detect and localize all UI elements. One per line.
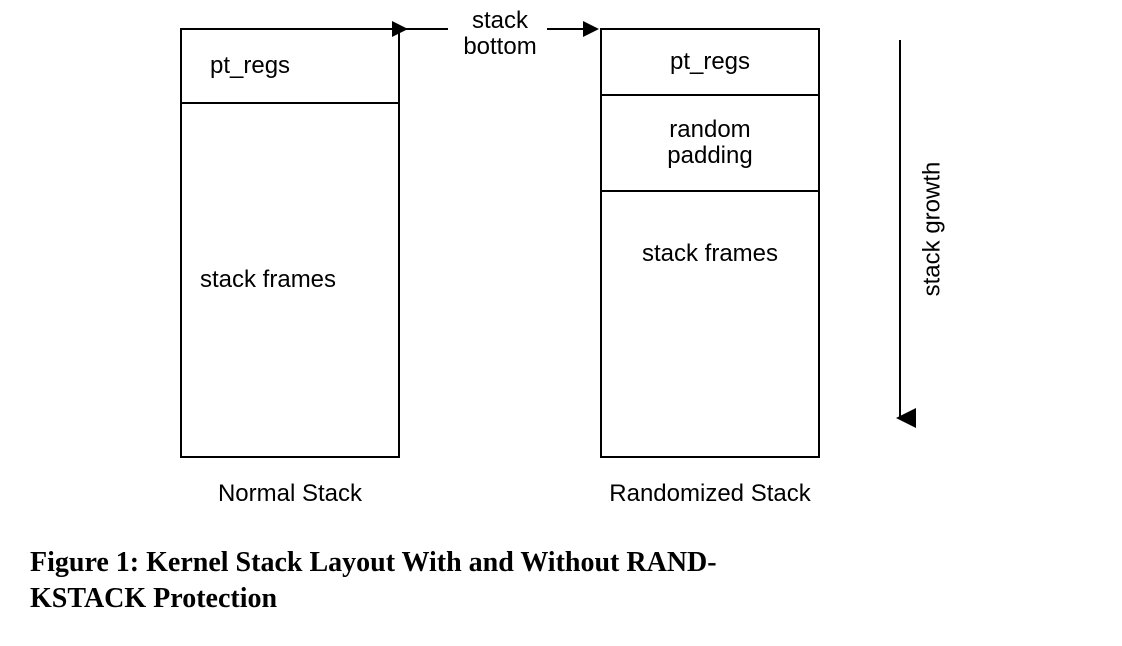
randomized-stack-label-text: Randomized Stack xyxy=(609,480,810,507)
randomized-ptregs-cell: pt_regs xyxy=(602,30,818,96)
arrow-right-icon xyxy=(545,22,605,36)
arrow-left-icon xyxy=(398,22,458,36)
figure-caption-text: Figure 1: Kernel Stack Layout With and W… xyxy=(30,547,717,614)
randomized-padding-text: random padding xyxy=(667,117,752,170)
normal-frames-cell: stack frames xyxy=(182,104,398,456)
stack-bottom-word2: bottom xyxy=(430,34,570,60)
normal-ptregs-cell: pt_regs xyxy=(182,30,398,104)
normal-stack: pt_regs stack frames xyxy=(180,28,400,458)
randomized-padding-cell: random padding xyxy=(602,96,818,192)
randomized-stack: pt_regs random padding stack frames xyxy=(600,28,820,458)
randomized-ptregs-text: pt_regs xyxy=(670,48,750,76)
diagram-container: stack bottom pt_regs stack frames Normal… xyxy=(0,0,1122,646)
growth-arrow-icon xyxy=(890,40,910,430)
normal-stack-label: Normal Stack xyxy=(180,480,400,508)
randomized-frames-text: stack frames xyxy=(642,240,778,268)
normal-frames-text: stack frames xyxy=(200,266,336,294)
normal-ptregs-text: pt_regs xyxy=(210,52,290,80)
normal-stack-label-text: Normal Stack xyxy=(218,480,362,507)
randomized-frames-cell: stack frames xyxy=(602,192,818,456)
growth-label: stack growth xyxy=(918,162,946,297)
randomized-stack-label: Randomized Stack xyxy=(570,480,850,508)
figure-caption: Figure 1: Kernel Stack Layout With and W… xyxy=(30,545,1092,618)
growth-label-text: stack growth xyxy=(918,162,945,297)
